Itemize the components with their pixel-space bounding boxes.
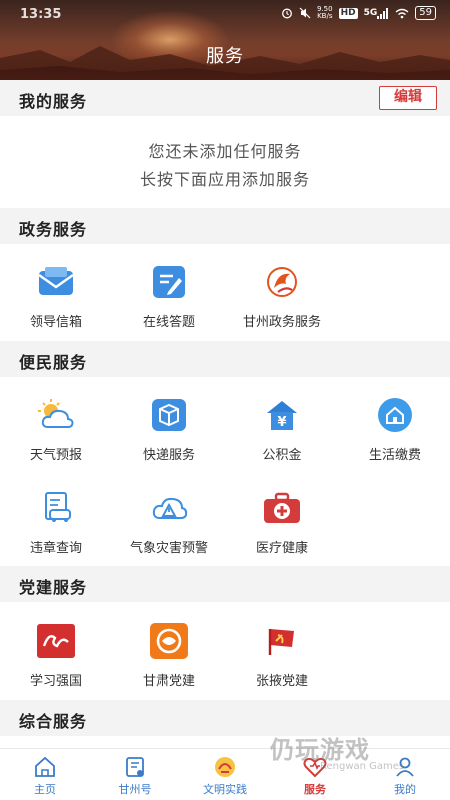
medical-kit-icon [262,488,302,528]
hd-badge: HD [338,7,358,19]
gansu-party-logo-icon [149,621,189,661]
service-xuexi-qiangguo[interactable]: 学习强国 [0,621,112,689]
service-label: 甘肃党建 [142,674,195,689]
status-icons: 9.50 KB/s HD 5G 59 [281,6,436,20]
service-ganzhou-gov[interactable]: 甘州政务服务 [226,262,338,330]
service-weather-forecast[interactable]: 天气预报 [0,395,112,463]
xuexi-logo-icon [36,621,76,661]
traffic-violation-icon [36,488,76,528]
battery-indicator: 59 [415,6,436,20]
watermark-main: 仍玩游戏 [270,736,370,764]
convenience-services-title: 便民服务 [19,353,88,372]
watermark: 仍玩游戏 Rengwan Games [270,730,404,772]
signal-label: 5G [363,8,378,18]
net-speed: 9.50 KB/s [317,6,333,20]
service-label: 公积金 [262,448,302,463]
party-services-title: 党建服务 [19,578,88,597]
service-weather-warning[interactable]: 气象灾害预警 [113,488,225,556]
gov-services-title: 政务服务 [19,220,88,239]
service-label: 天气预报 [29,448,82,463]
convenience-services-header: 便民服务 [0,341,450,377]
service-label: 学习强国 [29,674,82,689]
status-time: 13:35 [20,7,62,22]
service-gansu-party[interactable]: 甘肃党建 [113,621,225,689]
service-label: 气象灾害预警 [129,541,208,556]
header-banner: 13:35 9.50 KB/s HD 5G 59 服务 [0,0,450,80]
party-flag-icon [262,621,302,661]
service-zhangye-party[interactable]: 张掖党建 [226,621,338,689]
nav-label: 服务 [304,783,326,796]
service-label: 生活缴费 [368,448,421,463]
service-leader-mailbox[interactable]: 领导信箱 [0,262,112,330]
svg-text:¥: ¥ [277,415,286,430]
service-label: 甘州政务服务 [242,315,321,330]
my-services-title: 我的服务 [19,92,88,111]
empty-services-instruction: 长按下面应用添加服务 [139,170,310,189]
nav-label: 我的 [394,783,416,796]
home-icon [0,755,90,779]
my-services-header: 我的服务 编辑 [0,80,450,116]
watermark-sub: Rengwan Games [320,761,405,772]
gov-logo-icon [262,262,302,302]
status-bar: 13:35 9.50 KB/s HD 5G 59 [0,0,450,30]
nav-ganzhou-hao[interactable]: 甘州号 [90,755,180,797]
housing-fund-icon: ¥ [262,395,302,435]
comprehensive-services-title: 综合服务 [19,712,88,731]
service-life-payment[interactable]: 生活缴费 [339,395,450,463]
mute-icon [299,7,311,19]
signal-indicator: 5G [363,7,390,19]
service-housing-fund[interactable]: ¥ 公积金 [226,395,338,463]
mailbox-icon [36,262,76,302]
nav-label: 主页 [34,783,56,796]
wifi-icon [395,8,409,19]
service-online-quiz[interactable]: 在线答题 [113,262,225,330]
gov-services-header: 政务服务 [0,208,450,244]
service-express-delivery[interactable]: 快递服务 [113,395,225,463]
nav-label: 文明实践 [203,783,247,796]
services-screen: 13:35 9.50 KB/s HD 5G 59 服务 我的服务 编辑 您还未添… [0,0,450,800]
page-title: 服务 [206,46,244,67]
service-label: 张掖党建 [255,674,308,689]
service-label: 快递服务 [142,448,195,463]
service-medical-health[interactable]: 医疗健康 [226,488,338,556]
net-speed-unit: KB/s [317,12,333,20]
service-label: 领导信箱 [29,315,82,330]
civilization-icon [180,755,270,779]
nav-home[interactable]: 主页 [0,755,90,797]
news-icon [90,755,180,779]
service-label: 医疗健康 [255,541,308,556]
quiz-icon [149,262,189,302]
weather-icon [36,395,76,435]
home-bill-icon [375,395,415,435]
party-services-header: 党建服务 [0,566,450,602]
weather-warning-icon [149,488,189,528]
alarm-icon [281,7,293,19]
service-label: 违章查询 [29,541,82,556]
service-traffic-violation[interactable]: 违章查询 [0,488,112,556]
edit-button[interactable]: 编辑 [379,86,437,110]
empty-services-hint: 您还未添加任何服务 [148,142,302,161]
nav-label: 甘州号 [118,783,152,796]
package-icon [149,395,189,435]
nav-civilization-practice[interactable]: 文明实践 [180,755,270,797]
service-label: 在线答题 [142,315,195,330]
